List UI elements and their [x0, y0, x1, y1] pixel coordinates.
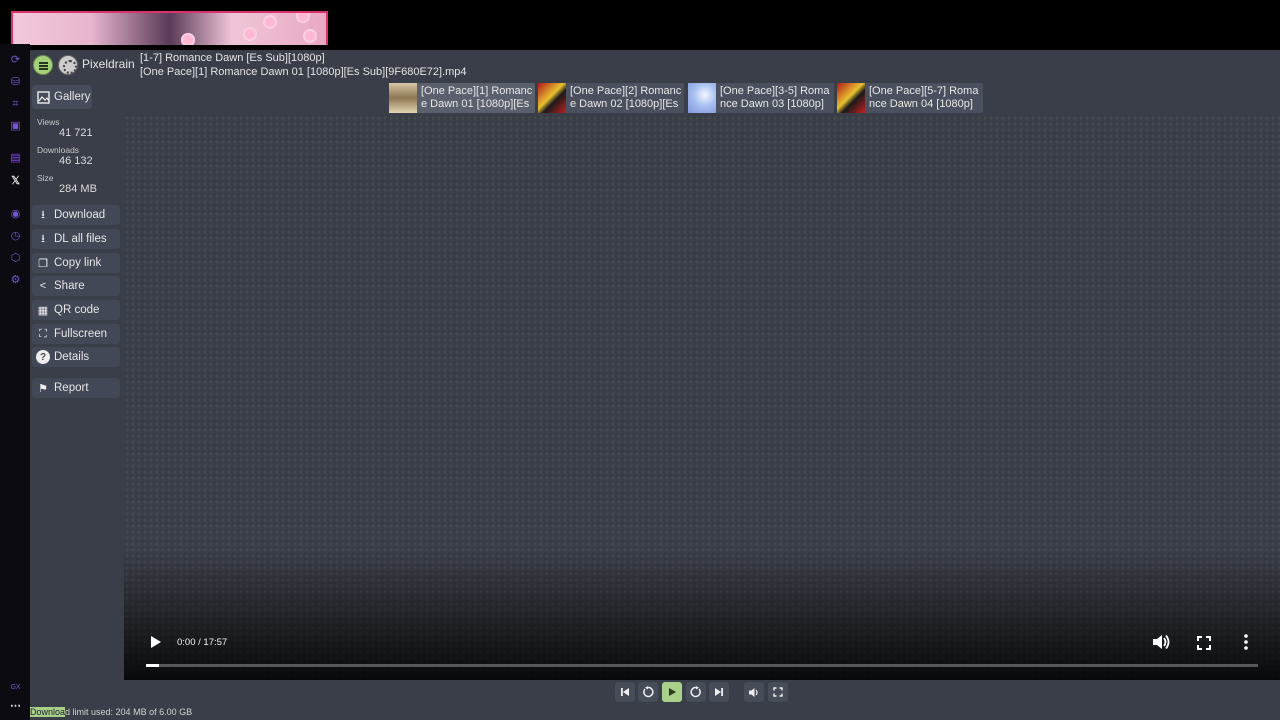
playlist-item-label: [One Pace][3-5] Romance Dawn 03 [1080p]: [720, 85, 830, 110]
size-value: 284 MB: [59, 183, 97, 195]
play-pause-button[interactable]: [662, 682, 682, 702]
fast-forward-icon: [690, 686, 701, 698]
copy-icon: ❐: [38, 257, 48, 270]
help-icon: ?: [36, 350, 50, 364]
download-icon: ⭳: [41, 232, 45, 245]
download-button[interactable]: ⭳ Download: [32, 205, 120, 225]
volume-icon[interactable]: [1152, 634, 1170, 655]
gallery-icon: [36, 90, 50, 104]
download-limit-highlight: Downloa: [30, 707, 66, 717]
skip-next-icon: [715, 688, 723, 696]
share-icon: <: [39, 280, 47, 292]
extensions-icon[interactable]: ⬡: [9, 252, 22, 265]
share-label: Share: [54, 280, 85, 292]
screen: ⟳ ⛁ ⌗ ▣ ▤ 𝕏 ◉ ◷ ⬡ ⚙ GX ⋯ Pixeldrain [1-7…: [0, 0, 1280, 720]
skip-previous-icon: [621, 688, 629, 696]
brand-name[interactable]: Pixeldrain: [82, 57, 135, 71]
mute-button[interactable]: [744, 682, 764, 702]
downloads-value: 46 132: [59, 155, 93, 167]
gaming-icon[interactable]: ⌗: [9, 98, 22, 111]
playlist-item[interactable]: [One Pace][3-5] Romance Dawn 03 [1080p]: [688, 83, 834, 113]
views-value: 41 721: [59, 127, 93, 139]
size-label: Size: [37, 173, 54, 183]
download-icon: ⭳: [41, 208, 45, 221]
download-limit-text: d limit used: 204 MB of 6.00 GB: [65, 707, 193, 717]
download-all-button[interactable]: ⭳ DL all files: [32, 229, 120, 249]
messenger-icon[interactable]: ▣: [9, 120, 22, 133]
volume-icon: [749, 687, 758, 697]
shopping-bag-icon[interactable]: ⛁: [9, 76, 22, 89]
forward-button[interactable]: [686, 682, 706, 702]
qr-code-label: QR code: [54, 304, 100, 316]
blossom-decoration: [243, 27, 257, 41]
thumbnail-image: [688, 83, 716, 113]
seek-bar[interactable]: [146, 664, 1258, 667]
previous-button[interactable]: [615, 682, 635, 702]
thumbnail-image: [538, 83, 566, 113]
settings-icon[interactable]: ⚙: [9, 274, 22, 287]
copy-link-label: Copy link: [54, 257, 102, 269]
more-icon[interactable]: ⋯: [9, 700, 22, 713]
fullscreen-icon: [773, 687, 783, 697]
pixeldrain-logo-icon[interactable]: [58, 55, 78, 75]
browser-banner-image: [11, 11, 328, 45]
share-button[interactable]: < Share: [32, 276, 120, 296]
fullscreen-icon[interactable]: [1197, 636, 1211, 655]
play-icon[interactable]: [150, 635, 162, 654]
file-name: [One Pace][1] Romance Dawn 01 [1080p][Es…: [140, 66, 467, 78]
details-label: Details: [54, 351, 90, 363]
rewind-icon: [643, 686, 654, 698]
list-title: [1-7] Romance Dawn [Es Sub][1080p]: [140, 52, 325, 64]
pixeldrain-app: Pixeldrain [1-7] Romance Dawn [Es Sub][1…: [30, 50, 1280, 720]
next-button[interactable]: [709, 682, 729, 702]
download-label: Download: [54, 209, 106, 221]
thumbnail-image: [837, 83, 865, 113]
report-button[interactable]: ⚑ Report: [32, 378, 120, 398]
blossom-decoration: [263, 15, 277, 29]
fullscreen-label: Fullscreen: [54, 328, 108, 340]
fullscreen-toggle-button[interactable]: [768, 682, 788, 702]
downloads-label: Downloads: [37, 145, 80, 155]
playlist-item[interactable]: [One Pace][1] Romance Dawn 01 [1080p][Es: [389, 83, 535, 113]
copy-link-button[interactable]: ❐ Copy link: [32, 253, 120, 273]
seek-bar-progress: [146, 664, 160, 667]
menu-button[interactable]: [33, 55, 53, 75]
playlist-item-label: [One Pace][5-7] Romance Dawn 04 [1080p]: [869, 85, 979, 110]
x-twitter-icon[interactable]: 𝕏: [9, 175, 22, 188]
time-display: 0:00 / 17:57: [177, 637, 228, 648]
details-button[interactable]: ? Details: [32, 347, 120, 367]
history-icon[interactable]: ◷: [9, 230, 22, 243]
qr-code-button[interactable]: ▦ QR code: [32, 300, 120, 320]
fullscreen-button[interactable]: ⛶ Fullscreen: [32, 324, 120, 344]
qr-code-icon: ▦: [37, 304, 49, 317]
fullscreen-icon: ⛶: [39, 327, 47, 340]
video-player[interactable]: 0:00 / 17:57: [124, 115, 1280, 680]
play-icon: [669, 688, 676, 696]
gx-logo-icon: GX: [10, 684, 21, 691]
blossom-decoration: [303, 29, 317, 43]
more-options-icon[interactable]: [1243, 634, 1249, 655]
playlist-item[interactable]: [One Pace][2] Romance Dawn 02 [1080p][Es: [538, 83, 684, 113]
player-icon[interactable]: ◉: [9, 208, 22, 221]
header: Pixeldrain [1-7] Romance Dawn [Es Sub][1…: [30, 50, 1280, 80]
playlist-item[interactable]: [One Pace][5-7] Romance Dawn 04 [1080p]: [837, 83, 983, 113]
views-label: Views: [37, 117, 60, 127]
reload-icon[interactable]: ⟳: [9, 54, 22, 67]
flag-icon: ⚑: [38, 382, 48, 395]
blossom-decoration: [296, 13, 310, 23]
playlist-item-label: [One Pace][2] Romance Dawn 02 [1080p][Es: [570, 85, 682, 110]
thumbnail-image: [389, 83, 417, 113]
rewind-button[interactable]: [638, 682, 658, 702]
report-label: Report: [54, 382, 89, 394]
playlist-item-label: [One Pace][1] Romance Dawn 01 [1080p][Es: [421, 85, 533, 110]
download-all-label: DL all files: [54, 233, 107, 245]
gallery-label: Gallery: [54, 91, 91, 103]
browser-sidebar: ⟳ ⛁ ⌗ ▣ ▤ 𝕏 ◉ ◷ ⬡ ⚙ GX ⋯: [0, 44, 30, 720]
file-sidebar: Gallery Views 41 721 Downloads 46 132 Si…: [30, 80, 123, 720]
gallery-button[interactable]: Gallery: [32, 85, 92, 109]
download-limit-status: Download limit used: 204 MB of 6.00 GB: [30, 707, 192, 719]
blossom-decoration: [181, 33, 195, 45]
twitch-icon[interactable]: ▤: [9, 152, 22, 165]
